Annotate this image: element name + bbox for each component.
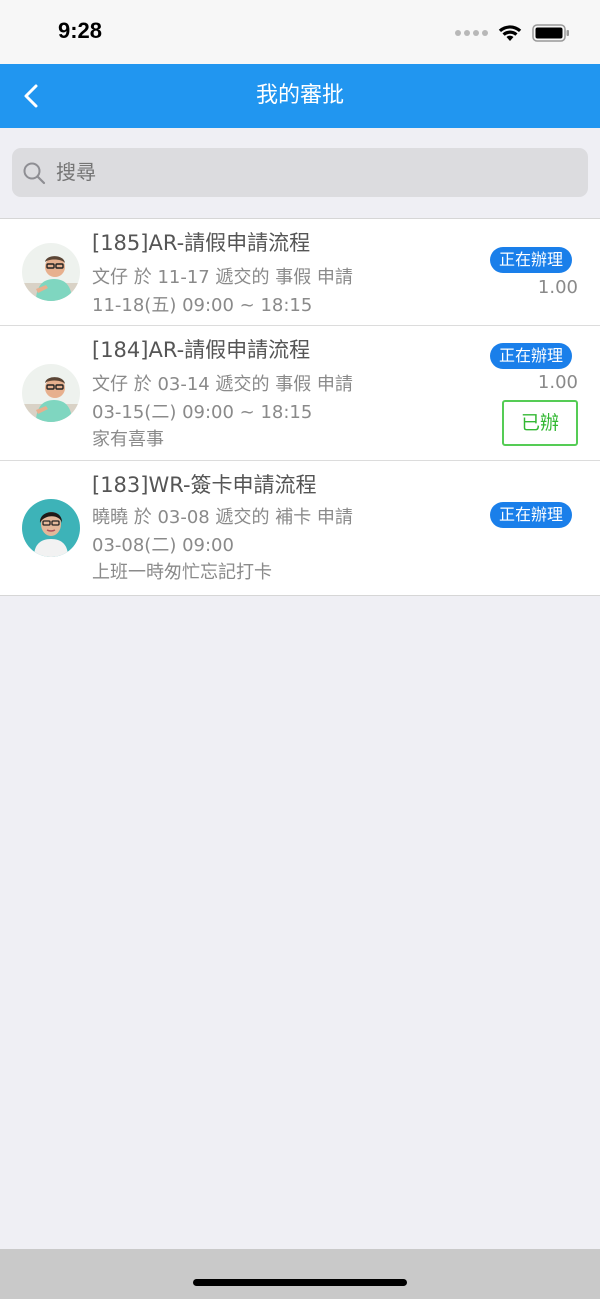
wifi-icon [498,25,522,41]
item-title: [184]AR-請假申請流程 [92,338,311,362]
search-icon [23,162,46,185]
item-time-range: 11-18(五) 09:00 ~ 18:15 [92,295,313,316]
page-title: 我的審批 [255,83,344,108]
item-time-range: 03-15(二) 09:00 ~ 18:15 [92,402,313,423]
status-time: 9:28 [58,18,103,43]
avatar [22,364,80,422]
status-icons [455,22,570,44]
search-area [0,128,600,218]
nav-bar: 我的審批 [0,64,600,128]
item-title: [183]WR-簽卡申請流程 [92,473,317,497]
item-time-range: 03-08(二) 09:00 [92,535,234,556]
home-bar [0,1249,600,1299]
item-title: [185]AR-請假申請流程 [92,231,311,255]
man-avatar-image [22,243,80,301]
item-submitter: 曉曉 於 03-08 遞交的 補卡 申請 [92,507,353,528]
avatar [22,499,80,557]
signal-icon [455,30,488,36]
chevron-left-icon [24,84,38,108]
status-badge: 正在辦理 [489,502,572,528]
battery-icon [532,24,569,42]
status-badge: 正在辦理 [489,247,572,273]
approval-item[interactable]: [184]AR-請假申請流程 文仔 於 03-14 遞交的 事假 申請 03-1… [0,326,600,461]
search-bar[interactable] [12,148,588,197]
status-bar: 9:28 [0,0,600,64]
done-button[interactable]: 已辦 [502,400,578,446]
approval-item[interactable]: [185]AR-請假申請流程 文仔 於 11-17 遞交的 事假 申請 11-1… [0,219,600,326]
approval-list: [185]AR-請假申請流程 文仔 於 11-17 遞交的 事假 申請 11-1… [0,218,600,596]
item-submitter: 文仔 於 03-14 遞交的 事假 申請 [92,374,353,395]
back-button[interactable] [14,78,50,114]
man-avatar-image [22,364,80,422]
home-indicator[interactable] [193,1279,407,1286]
item-amount: 1.00 [537,277,578,298]
item-amount: 1.00 [537,372,578,393]
status-badge: 正在辦理 [489,343,572,369]
woman-avatar-image [22,499,80,557]
item-submitter: 文仔 於 11-17 遞交的 事假 申請 [92,267,353,288]
avatar [22,243,80,301]
approval-item[interactable]: [183]WR-簽卡申請流程 曉曉 於 03-08 遞交的 補卡 申請 03-0… [0,461,600,595]
item-reason: 家有喜事 [92,429,164,450]
search-input[interactable] [56,148,556,197]
item-reason: 上班一時匆忙忘記打卡 [92,562,272,583]
